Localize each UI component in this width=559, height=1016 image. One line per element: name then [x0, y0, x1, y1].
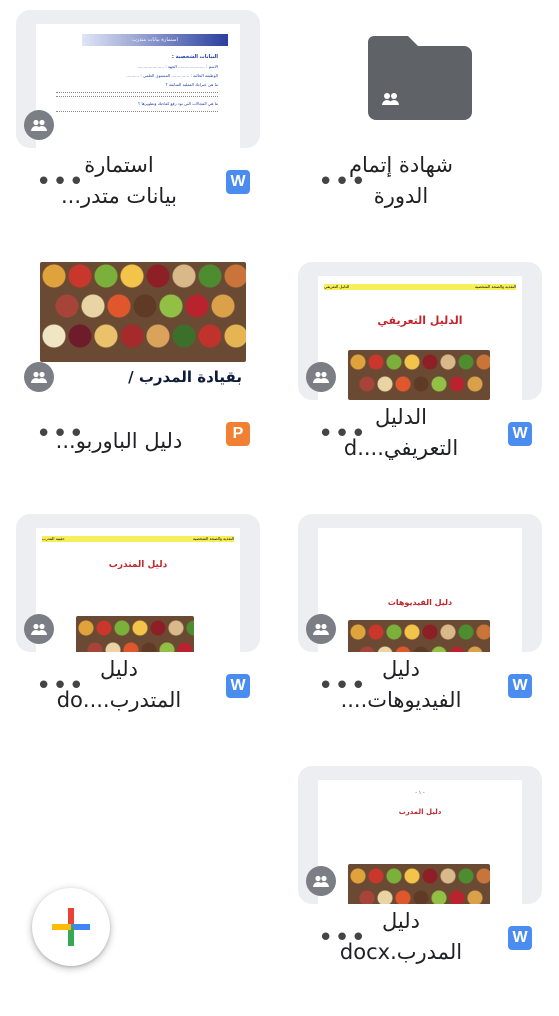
more-options-button[interactable]: ••• — [36, 421, 85, 447]
file-card[interactable]: التغذية والصحة الشخصية الدليل التعريفي ا… — [298, 262, 542, 512]
food-image — [348, 350, 490, 400]
preview-line: الاسم : ..................... الجهة : ..… — [137, 64, 218, 69]
document-preview: التغذية والصحة الشخصية حقيبة المدرب دليل… — [36, 528, 240, 652]
file-card-folder[interactable]: شهادة إتمام الدورة ••• — [298, 10, 542, 260]
more-options-button[interactable]: ••• — [36, 169, 85, 195]
preview-bar-right: التغذية والصحة الشخصية — [474, 284, 516, 289]
more-options-button[interactable]: ••• — [318, 673, 367, 699]
preview-line: ما هي خبراتك العملية السابقة ؟ — [165, 82, 218, 87]
preview-line: ما هي المجالات التي تود رفع كفاءتك وتطوي… — [138, 101, 218, 106]
document-preview: دليل الفيديوهات — [318, 528, 522, 652]
preview-section: البيانات الشخصية : — [171, 54, 218, 60]
food-image — [40, 262, 246, 362]
shared-icon — [306, 866, 336, 896]
preview-heading: دليل المتدرب — [108, 560, 168, 570]
preview-heading: دليل الفيديوهات — [387, 598, 453, 607]
word-file-icon: W — [226, 674, 250, 698]
preview-bar-right: التغذية والصحة الشخصية — [192, 536, 234, 541]
file-thumbnail[interactable]: التغذية والصحة الشخصية الدليل التعريفي ا… — [298, 262, 542, 400]
more-options-button[interactable]: ••• — [36, 673, 85, 699]
more-options-button[interactable]: ••• — [318, 925, 367, 951]
food-image — [76, 616, 194, 652]
file-thumbnail[interactable]: التغذية والصحة الشخصية حقيبة المدرب دليل… — [16, 514, 260, 652]
more-options-button[interactable]: ••• — [318, 169, 367, 195]
food-image — [348, 620, 490, 652]
folder-icon — [368, 36, 472, 120]
word-file-icon: W — [226, 170, 250, 194]
file-thumbnail[interactable]: استمارة بيانات متدرب البيانات الشخصية : … — [16, 10, 260, 148]
preview-bar-left: الدليل التعريفي — [324, 284, 350, 289]
plus-icon — [52, 908, 90, 946]
file-thumbnail[interactable]: دليل الفيديوهات — [298, 514, 542, 652]
slide-preview: بقيادة المدرب / — [40, 262, 246, 400]
file-thumbnail[interactable]: - ١ - دليل المدرب — [298, 766, 542, 904]
shared-icon — [24, 362, 54, 392]
preview-heading: الدليل التعريفي — [377, 314, 463, 327]
file-card[interactable]: - ١ - دليل المدرب دليل المدرب.docx W ••• — [298, 766, 542, 1016]
shared-icon — [24, 110, 54, 140]
word-file-icon: W — [508, 674, 532, 698]
word-file-icon: W — [508, 422, 532, 446]
preview-header: استمارة بيانات متدرب — [82, 34, 228, 46]
shared-icon — [24, 614, 54, 644]
preview-line: الوظيفة الحالية : .............. المستوى… — [126, 73, 218, 78]
folder-thumbnail[interactable] — [298, 10, 542, 148]
document-preview: استمارة بيانات متدرب البيانات الشخصية : … — [36, 24, 240, 148]
food-image — [348, 864, 490, 904]
file-card[interactable]: دليل الفيديوهات دليل الفيديوهات.... W ••… — [298, 514, 542, 764]
file-thumbnail[interactable]: بقيادة المدرب / — [16, 262, 260, 400]
slide-caption: بقيادة المدرب / — [128, 368, 242, 386]
file-card[interactable]: استمارة بيانات متدرب البيانات الشخصية : … — [16, 10, 260, 260]
document-preview: التغذية والصحة الشخصية الدليل التعريفي ا… — [318, 276, 522, 400]
shared-icon — [306, 614, 336, 644]
file-card[interactable]: التغذية والصحة الشخصية حقيبة المدرب دليل… — [16, 514, 260, 764]
shared-icon — [306, 362, 336, 392]
word-file-icon: W — [508, 926, 532, 950]
preview-bar-left: حقيبة المدرب — [42, 536, 65, 541]
preview-heading: دليل المدرب — [398, 808, 442, 816]
new-file-button[interactable] — [32, 888, 110, 966]
preview-page-number: - ١ - — [415, 790, 425, 796]
powerpoint-file-icon: P — [226, 422, 250, 446]
document-preview: - ١ - دليل المدرب — [318, 780, 522, 904]
more-options-button[interactable]: ••• — [318, 421, 367, 447]
file-card[interactable]: بقيادة المدرب / دليل الباوربو... P ••• — [16, 262, 260, 512]
